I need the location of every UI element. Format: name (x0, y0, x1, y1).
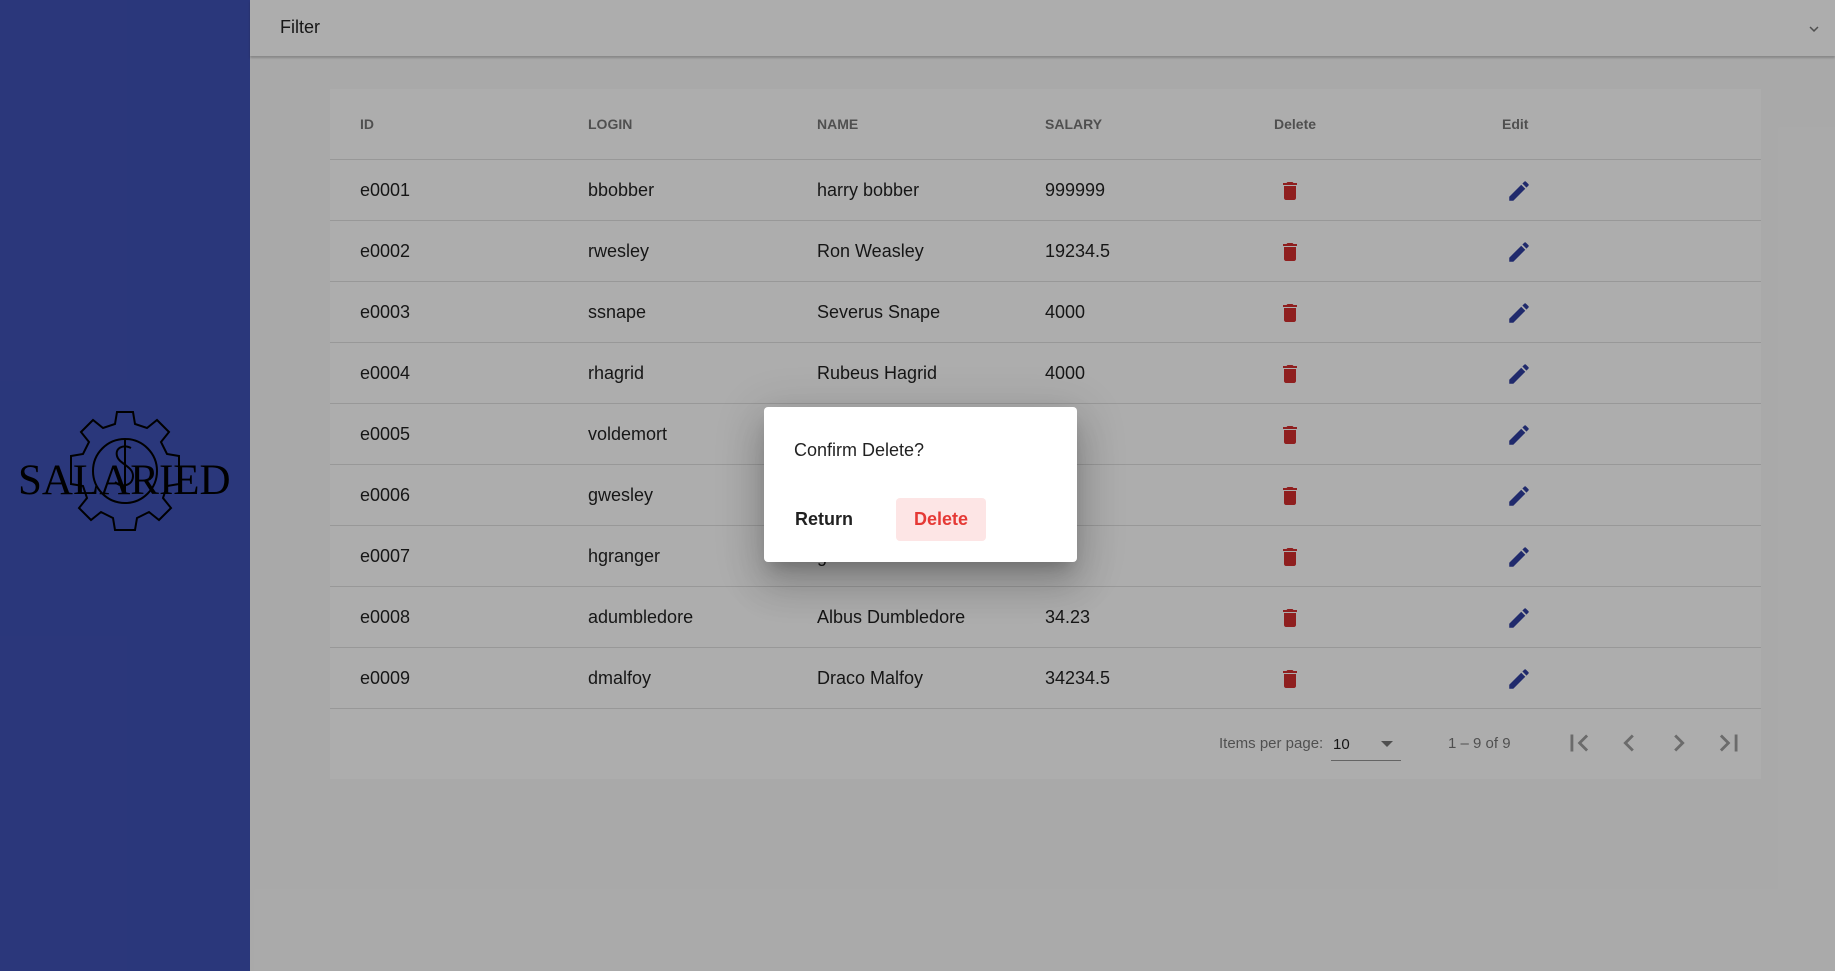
delete-button[interactable]: Delete (896, 498, 986, 541)
dialog-title: Confirm Delete? (794, 440, 925, 460)
return-button[interactable]: Return (788, 498, 860, 541)
confirm-delete-dialog: Confirm Delete? Return Delete (764, 407, 1077, 562)
